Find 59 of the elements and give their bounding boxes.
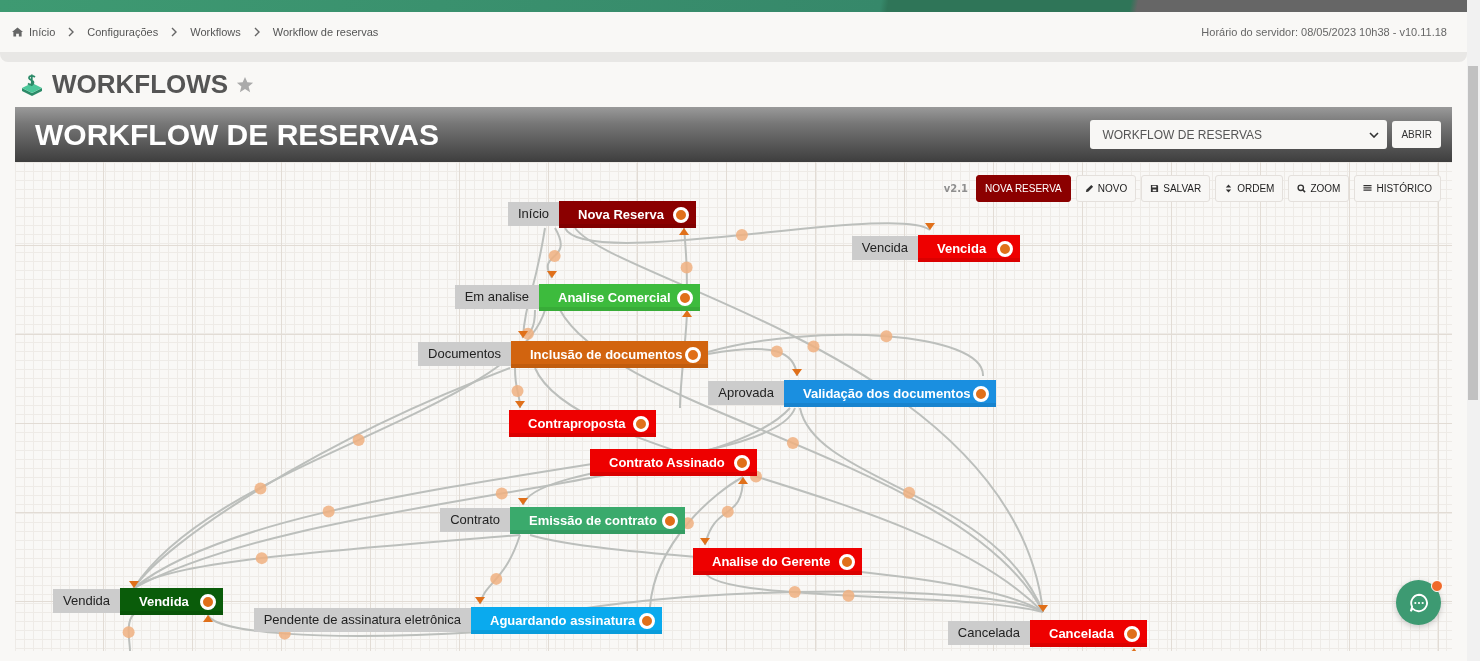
breadcrumb-link[interactable]: Configurações <box>87 26 159 38</box>
toolbar-button[interactable]: HISTÓRICO <box>1354 175 1441 202</box>
breadcrumb-link[interactable]: Workflow de reservas <box>272 26 379 38</box>
open-button[interactable]: ABRIR <box>1392 121 1441 148</box>
pencil-icon <box>1084 184 1094 193</box>
workflow-node[interactable]: Vendida <box>120 588 223 615</box>
page-title: WORKFLOWS <box>52 69 229 100</box>
status-circle-icon <box>973 385 989 402</box>
state-label: Aprovada <box>708 381 784 405</box>
workflow-node[interactable]: Cancelada <box>1030 620 1147 647</box>
toolbar-button[interactable]: SALVAR <box>1141 175 1211 202</box>
toolbar-button[interactable]: NOVA RESERVA <box>976 175 1071 202</box>
status-circle-icon <box>677 289 693 306</box>
state-label: Vendida <box>53 589 120 613</box>
money-box-icon <box>20 72 44 97</box>
panel-title: WORKFLOW DE RESERVAS <box>35 117 440 152</box>
server-time: Horário do servidor: 08/05/2023 10h38 - v10.11.18 <box>1201 26 1447 38</box>
status-circle-icon <box>662 512 678 529</box>
workflow-node[interactable]: Contraproposta <box>509 410 656 437</box>
workflow-select[interactable]: WORKFLOW DE RESERVAS <box>1090 120 1388 149</box>
toolbar-button[interactable]: ZOOM <box>1288 175 1350 202</box>
status-circle-icon <box>685 346 701 363</box>
status-circle-icon <box>673 206 689 223</box>
search-icon <box>1297 184 1307 193</box>
status-circle-icon <box>839 553 855 570</box>
chevron-icon <box>68 27 75 37</box>
toolbar-button[interactable]: ORDEM <box>1215 175 1284 202</box>
sort-icon <box>1224 184 1234 193</box>
chevron-icon <box>171 27 178 37</box>
state-label: Vencida <box>851 236 918 260</box>
caret-icon <box>1369 131 1380 138</box>
state-label: Contrato <box>440 508 510 532</box>
workflow-node[interactable]: Nova Reserva <box>559 201 696 228</box>
status-circle-icon <box>639 612 655 629</box>
state-label: Cancelada <box>947 621 1030 645</box>
chat-bubble-icon <box>1407 591 1430 614</box>
toolbar-button[interactable]: NOVO <box>1075 175 1137 202</box>
workflow-node[interactable]: Inclusão de documentos <box>511 341 708 368</box>
chevron-icon <box>253 27 260 37</box>
chat-button[interactable] <box>1396 580 1441 625</box>
workflow-node[interactable]: Contrato Assinado <box>590 449 757 476</box>
state-label: Pendente de assinatura eletrônica <box>253 608 471 632</box>
status-circle-icon <box>734 454 750 471</box>
breadcrumb-link[interactable]: Início <box>29 26 56 38</box>
workflow-node[interactable]: Vencida <box>918 235 1020 262</box>
state-label: Início <box>507 202 559 226</box>
scrollbar[interactable] <box>1467 0 1480 661</box>
list-icon <box>1363 184 1373 193</box>
home-icon <box>12 27 23 37</box>
state-label: Documentos <box>418 342 511 366</box>
status-circle-icon <box>200 593 216 610</box>
status-circle-icon <box>997 240 1013 257</box>
breadcrumb-link[interactable]: Workflows <box>190 26 241 38</box>
workflow-node[interactable]: Analise do Gerente <box>693 548 862 575</box>
state-label: Em analise <box>454 285 539 309</box>
status-circle-icon <box>1124 625 1140 642</box>
star-icon[interactable] <box>236 75 255 94</box>
version-label: v2.1 <box>943 183 969 194</box>
status-circle-icon <box>633 415 649 432</box>
